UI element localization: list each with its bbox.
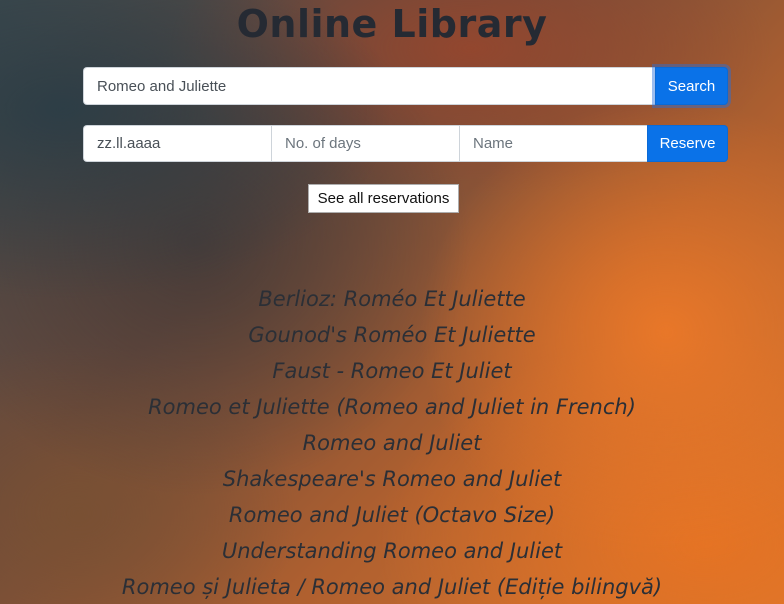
list-item[interactable]: Understanding Romeo and Juliet [0, 533, 784, 569]
reservation-days-field[interactable] [271, 125, 459, 162]
reservation-name-field[interactable] [459, 125, 647, 162]
page-title: Online Library [236, 2, 548, 46]
search-bar: Search [83, 67, 728, 105]
list-item[interactable]: Gounod's Roméo Et Juliette [0, 317, 784, 353]
search-input[interactable] [83, 67, 655, 105]
search-results-list: Berlioz: Roméo Et Juliette Gounod's Romé… [0, 281, 784, 604]
list-item[interactable]: Romeo and Juliet [0, 425, 784, 461]
list-item[interactable]: Romeo și Julieta / Romeo and Juliet (Edi… [0, 569, 784, 604]
list-item[interactable]: Romeo and Juliet (Octavo Size) [0, 497, 784, 533]
reservation-date-field[interactable] [83, 125, 271, 162]
search-button[interactable]: Search [655, 67, 728, 105]
list-item[interactable]: Romeo et Juliette (Romeo and Juliet in F… [0, 389, 784, 425]
reserve-button[interactable]: Reserve [647, 125, 728, 162]
list-item[interactable]: Berlioz: Roméo Et Juliette [0, 281, 784, 317]
list-item[interactable]: Shakespeare's Romeo and Juliet [0, 461, 784, 497]
list-item[interactable]: Faust - Romeo Et Juliet [0, 353, 784, 389]
see-all-reservations-button[interactable]: See all reservations [308, 184, 459, 213]
reservation-form: Reserve [83, 125, 728, 162]
